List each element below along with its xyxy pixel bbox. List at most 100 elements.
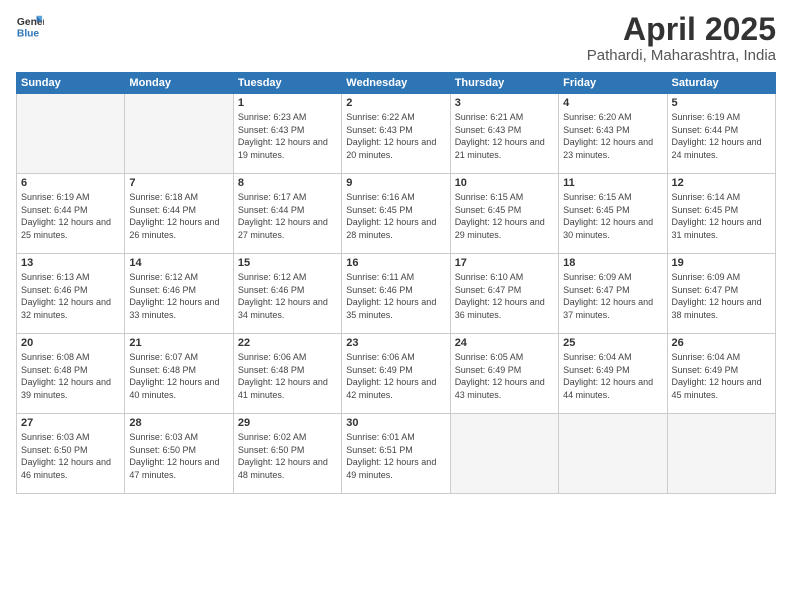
day-info: Sunrise: 6:08 AM Sunset: 6:48 PM Dayligh… bbox=[21, 351, 120, 401]
day-info: Sunrise: 6:09 AM Sunset: 6:47 PM Dayligh… bbox=[563, 271, 662, 321]
table-row: 19 Sunrise: 6:09 AM Sunset: 6:47 PM Dayli… bbox=[667, 254, 775, 334]
day-number: 21 bbox=[129, 337, 228, 349]
day-number: 23 bbox=[346, 337, 445, 349]
day-info: Sunrise: 6:06 AM Sunset: 6:49 PM Dayligh… bbox=[346, 351, 445, 401]
day-info: Sunrise: 6:06 AM Sunset: 6:48 PM Dayligh… bbox=[238, 351, 337, 401]
table-row bbox=[125, 94, 233, 174]
day-number: 25 bbox=[563, 337, 662, 349]
week-row-3: 13 Sunrise: 6:13 AM Sunset: 6:46 PM Dayli… bbox=[17, 254, 776, 334]
table-row: 12Sunrise: 6:14 AM Sunset: 6:45 PM Dayli… bbox=[667, 174, 775, 254]
table-row: 10 Sunrise: 6:15 AM Sunset: 6:45 PM Dayli… bbox=[450, 174, 558, 254]
day-info: Sunrise: 6:05 AM Sunset: 6:49 PM Dayligh… bbox=[455, 351, 554, 401]
table-row: 30 Sunrise: 6:01 AM Sunset: 6:51 PM Dayli… bbox=[342, 414, 450, 494]
table-row: 7 Sunrise: 6:18 AM Sunset: 6:44 PM Daylig… bbox=[125, 174, 233, 254]
day-info: Sunrise: 6:01 AM Sunset: 6:51 PM Dayligh… bbox=[346, 431, 445, 481]
table-row: 20 Sunrise: 6:08 AM Sunset: 6:48 PM Dayli… bbox=[17, 334, 125, 414]
day-number: 30 bbox=[346, 417, 445, 429]
day-number: 17 bbox=[455, 257, 554, 269]
day-info: Sunrise: 6:07 AM Sunset: 6:48 PM Dayligh… bbox=[129, 351, 228, 401]
table-row: 15Sunrise: 6:12 AM Sunset: 6:46 PM Dayli… bbox=[233, 254, 341, 334]
day-info: Sunrise: 6:04 AM Sunset: 6:49 PM Dayligh… bbox=[672, 351, 771, 401]
table-row: 17Sunrise: 6:10 AM Sunset: 6:47 PM Dayli… bbox=[450, 254, 558, 334]
table-row: 4Sunrise: 6:20 AM Sunset: 6:43 PM Daylig… bbox=[559, 94, 667, 174]
day-number: 14 bbox=[129, 257, 228, 269]
day-info: Sunrise: 6:18 AM Sunset: 6:44 PM Dayligh… bbox=[129, 191, 228, 241]
day-info: Sunrise: 6:13 AM Sunset: 6:46 PM Dayligh… bbox=[21, 271, 120, 321]
day-number: 3 bbox=[455, 97, 554, 109]
table-row: 11 Sunrise: 6:15 AM Sunset: 6:45 PM Dayli… bbox=[559, 174, 667, 254]
day-info: Sunrise: 6:11 AM Sunset: 6:46 PM Dayligh… bbox=[346, 271, 445, 321]
svg-text:Blue: Blue bbox=[17, 28, 40, 39]
calendar-table: Sunday Monday Tuesday Wednesday Thursday… bbox=[16, 72, 776, 494]
day-number: 5 bbox=[672, 97, 771, 109]
day-info: Sunrise: 6:09 AM Sunset: 6:47 PM Dayligh… bbox=[672, 271, 771, 321]
table-row bbox=[450, 414, 558, 494]
day-number: 27 bbox=[21, 417, 120, 429]
table-row: 5 Sunrise: 6:19 AM Sunset: 6:44 PM Daylig… bbox=[667, 94, 775, 174]
day-info: Sunrise: 6:19 AM Sunset: 6:44 PM Dayligh… bbox=[672, 111, 771, 161]
day-number: 16 bbox=[346, 257, 445, 269]
table-row bbox=[667, 414, 775, 494]
logo: General Blue bbox=[16, 12, 44, 40]
table-row: 2Sunrise: 6:22 AM Sunset: 6:43 PM Daylig… bbox=[342, 94, 450, 174]
table-row: 24 Sunrise: 6:05 AM Sunset: 6:49 PM Dayli… bbox=[450, 334, 558, 414]
day-number: 13 bbox=[21, 257, 120, 269]
day-info: Sunrise: 6:20 AM Sunset: 6:43 PM Dayligh… bbox=[563, 111, 662, 161]
table-row: 22Sunrise: 6:06 AM Sunset: 6:48 PM Dayli… bbox=[233, 334, 341, 414]
day-number: 19 bbox=[672, 257, 771, 269]
day-number: 28 bbox=[129, 417, 228, 429]
calendar-subtitle: Pathardi, Maharashtra, India bbox=[587, 47, 776, 64]
day-info: Sunrise: 6:12 AM Sunset: 6:46 PM Dayligh… bbox=[129, 271, 228, 321]
table-row: 18 Sunrise: 6:09 AM Sunset: 6:47 PM Dayli… bbox=[559, 254, 667, 334]
day-info: Sunrise: 6:03 AM Sunset: 6:50 PM Dayligh… bbox=[21, 431, 120, 481]
table-row: 14 Sunrise: 6:12 AM Sunset: 6:46 PM Dayli… bbox=[125, 254, 233, 334]
day-info: Sunrise: 6:15 AM Sunset: 6:45 PM Dayligh… bbox=[455, 191, 554, 241]
table-row: 25 Sunrise: 6:04 AM Sunset: 6:49 PM Dayli… bbox=[559, 334, 667, 414]
day-info: Sunrise: 6:16 AM Sunset: 6:45 PM Dayligh… bbox=[346, 191, 445, 241]
table-row bbox=[559, 414, 667, 494]
day-info: Sunrise: 6:02 AM Sunset: 6:50 PM Dayligh… bbox=[238, 431, 337, 481]
header-wednesday: Wednesday bbox=[342, 73, 450, 94]
week-row-4: 20 Sunrise: 6:08 AM Sunset: 6:48 PM Dayli… bbox=[17, 334, 776, 414]
day-info: Sunrise: 6:12 AM Sunset: 6:46 PM Dayligh… bbox=[238, 271, 337, 321]
table-row: 26 Sunrise: 6:04 AM Sunset: 6:49 PM Dayli… bbox=[667, 334, 775, 414]
header-sunday: Sunday bbox=[17, 73, 125, 94]
table-row: 28 Sunrise: 6:03 AM Sunset: 6:50 PM Dayli… bbox=[125, 414, 233, 494]
day-number: 11 bbox=[563, 177, 662, 189]
table-row: 8Sunrise: 6:17 AM Sunset: 6:44 PM Daylig… bbox=[233, 174, 341, 254]
day-info: Sunrise: 6:23 AM Sunset: 6:43 PM Dayligh… bbox=[238, 111, 337, 161]
day-number: 24 bbox=[455, 337, 554, 349]
title-section: April 2025 Pathardi, Maharashtra, India bbox=[587, 12, 776, 64]
day-number: 7 bbox=[129, 177, 228, 189]
week-row-1: 1Sunrise: 6:23 AM Sunset: 6:43 PM Daylig… bbox=[17, 94, 776, 174]
day-info: Sunrise: 6:03 AM Sunset: 6:50 PM Dayligh… bbox=[129, 431, 228, 481]
day-number: 9 bbox=[346, 177, 445, 189]
header-thursday: Thursday bbox=[450, 73, 558, 94]
day-info: Sunrise: 6:04 AM Sunset: 6:49 PM Dayligh… bbox=[563, 351, 662, 401]
table-row: 29Sunrise: 6:02 AM Sunset: 6:50 PM Dayli… bbox=[233, 414, 341, 494]
table-row: 27 Sunrise: 6:03 AM Sunset: 6:50 PM Dayli… bbox=[17, 414, 125, 494]
day-info: Sunrise: 6:15 AM Sunset: 6:45 PM Dayligh… bbox=[563, 191, 662, 241]
table-row: 21 Sunrise: 6:07 AM Sunset: 6:48 PM Dayli… bbox=[125, 334, 233, 414]
header: General Blue April 2025 Pathardi, Mahara… bbox=[16, 12, 776, 64]
table-row: 23 Sunrise: 6:06 AM Sunset: 6:49 PM Dayli… bbox=[342, 334, 450, 414]
calendar-title: April 2025 bbox=[587, 12, 776, 47]
header-monday: Monday bbox=[125, 73, 233, 94]
header-friday: Friday bbox=[559, 73, 667, 94]
day-number: 18 bbox=[563, 257, 662, 269]
day-number: 6 bbox=[21, 177, 120, 189]
table-row bbox=[17, 94, 125, 174]
day-number: 26 bbox=[672, 337, 771, 349]
day-number: 10 bbox=[455, 177, 554, 189]
table-row: 9 Sunrise: 6:16 AM Sunset: 6:45 PM Daylig… bbox=[342, 174, 450, 254]
day-info: Sunrise: 6:19 AM Sunset: 6:44 PM Dayligh… bbox=[21, 191, 120, 241]
day-number: 20 bbox=[21, 337, 120, 349]
logo-icon: General Blue bbox=[16, 12, 44, 40]
table-row: 16 Sunrise: 6:11 AM Sunset: 6:46 PM Dayli… bbox=[342, 254, 450, 334]
table-row: 6 Sunrise: 6:19 AM Sunset: 6:44 PM Daylig… bbox=[17, 174, 125, 254]
week-row-2: 6 Sunrise: 6:19 AM Sunset: 6:44 PM Daylig… bbox=[17, 174, 776, 254]
day-number: 12 bbox=[672, 177, 771, 189]
day-info: Sunrise: 6:21 AM Sunset: 6:43 PM Dayligh… bbox=[455, 111, 554, 161]
table-row: 3 Sunrise: 6:21 AM Sunset: 6:43 PM Daylig… bbox=[450, 94, 558, 174]
day-info: Sunrise: 6:17 AM Sunset: 6:44 PM Dayligh… bbox=[238, 191, 337, 241]
